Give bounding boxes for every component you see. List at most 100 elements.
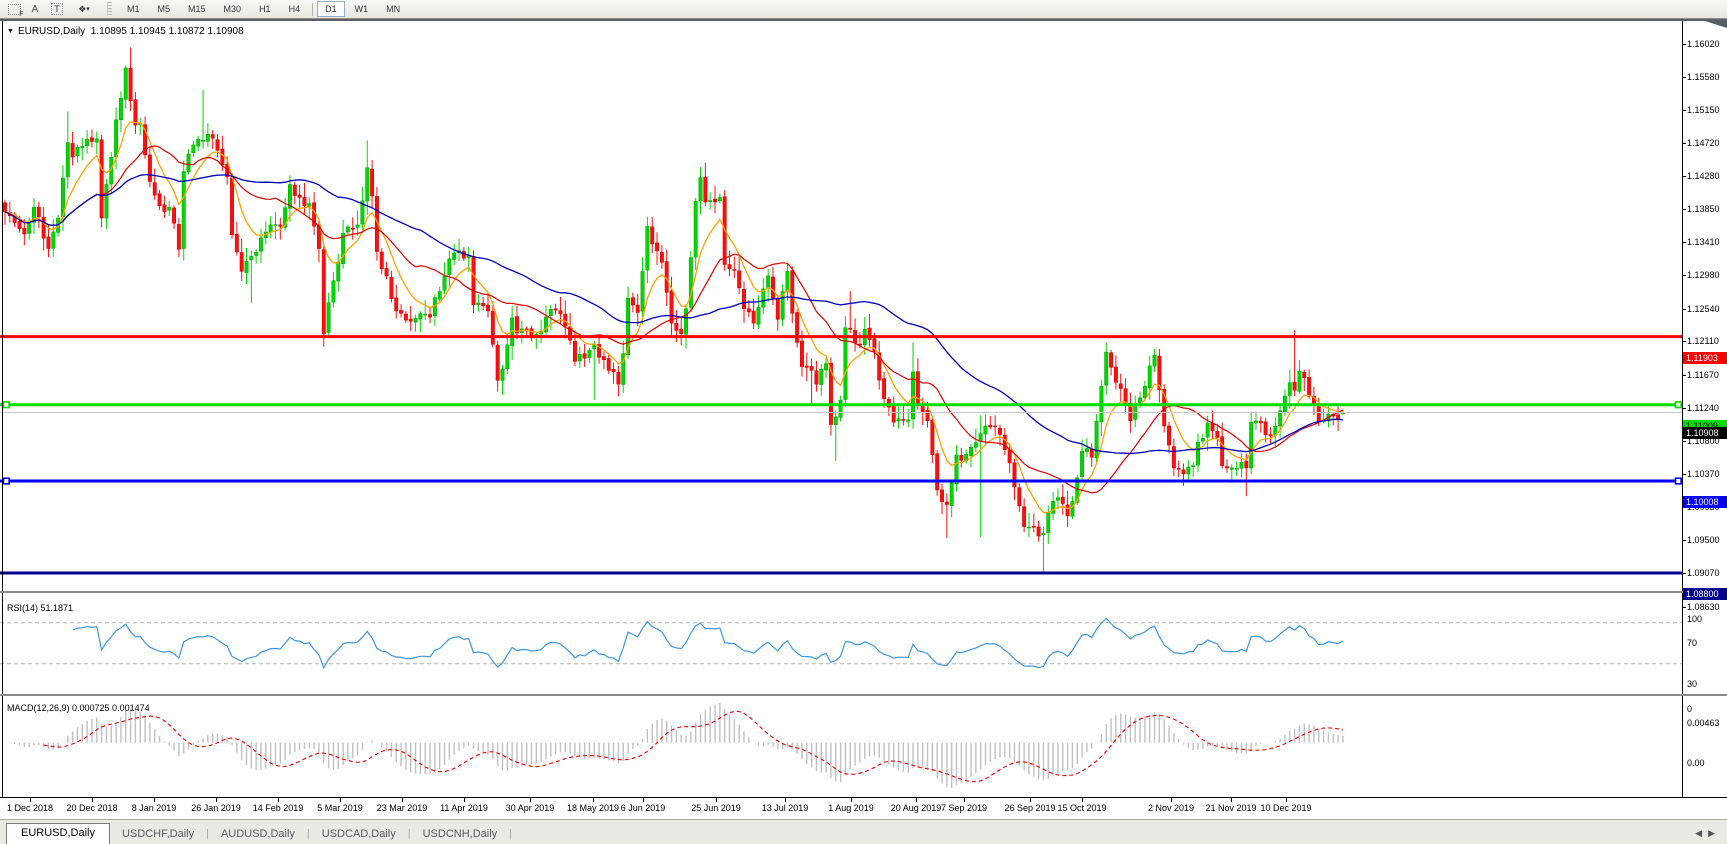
price-tick	[1682, 341, 1686, 342]
date-label: 25 Jun 2019	[691, 803, 741, 813]
timeframe-mn-button[interactable]: MN	[378, 1, 408, 17]
macd-splitter[interactable]	[0, 694, 1727, 696]
support-line-navy-price-badge: 1.08800	[1683, 588, 1727, 600]
date-label: 5 Mar 2019	[317, 803, 363, 813]
price-label: 1.09070	[1687, 568, 1720, 579]
price-label: 1.13850	[1687, 204, 1720, 215]
date-label: 2 Nov 2019	[1148, 803, 1194, 813]
price-label: 1.11670	[1687, 370, 1719, 381]
date-tick	[964, 798, 965, 802]
price-label: 1.13410	[1687, 237, 1720, 248]
tab-usdchf[interactable]: USDCHF,Daily	[110, 825, 206, 844]
price-tick	[1682, 474, 1686, 475]
timeframe-h1-button[interactable]: H1	[251, 1, 279, 17]
tab-audusd[interactable]: AUDUSD,Daily	[209, 825, 307, 844]
price-tick	[1682, 309, 1686, 310]
scroll-right-icon: ▶	[1708, 828, 1721, 838]
price-tick	[1682, 607, 1686, 608]
chevron-down-icon: ▾	[86, 5, 90, 13]
grid-snap-icon[interactable]: F	[3, 2, 23, 17]
date-tick	[1171, 798, 1172, 802]
date-label: 21 Nov 2019	[1205, 803, 1256, 813]
date-tick	[278, 798, 279, 802]
price-label: 1.12540	[1687, 304, 1720, 315]
chart-shift-marker[interactable]	[1705, 21, 1727, 28]
date-label: 26 Sep 2019	[1004, 803, 1055, 813]
tab-separator: |	[509, 828, 512, 844]
price-label: 1.10370	[1687, 469, 1720, 480]
rsi-level-label: 70	[1687, 638, 1697, 649]
date-tick	[643, 798, 644, 802]
timeframe-m15-button[interactable]: M15	[180, 1, 214, 17]
support-line-green-handle	[4, 402, 10, 408]
price-tick	[1682, 375, 1686, 376]
date-tick	[916, 798, 917, 802]
price-tick	[1682, 408, 1686, 409]
timeframe-m1-button[interactable]: M1	[119, 1, 148, 17]
date-label: 10 Dec 2019	[1260, 803, 1311, 813]
date-label: 6 Jun 2019	[621, 803, 666, 813]
support-line-blue-price-badge: 1.10008	[1683, 496, 1727, 508]
mt4-terminal: { "toolbar": { "tools": [ {"name": "grid…	[0, 0, 1727, 844]
collapse-triangle-icon[interactable]: ▼	[7, 28, 14, 35]
text-tool-icon[interactable]: A	[25, 2, 45, 17]
price-tick	[1682, 275, 1686, 276]
date-label: 30 Apr 2019	[506, 803, 555, 813]
price-tick	[1682, 143, 1686, 144]
support-line-blue-handle	[4, 478, 10, 484]
price-label: 1.14720	[1687, 138, 1720, 149]
date-tick	[1082, 798, 1083, 802]
tab-eurusd[interactable]: EURUSD,Daily	[6, 823, 110, 844]
ohlc-readout: EURUSD,Daily 1.10895 1.10945 1.10872 1.1…	[18, 26, 244, 37]
timeframe-bar: M1M5M15M30H1H4 D1W1MN	[118, 1, 409, 17]
date-tick	[402, 798, 403, 802]
resistance-line-price-badge: 1.11903	[1683, 352, 1727, 364]
macd-header: MACD(12,26,9) 0.000725 0.001474	[7, 703, 150, 713]
arrows-tool-icon[interactable]: ❖▾	[69, 2, 99, 17]
date-tick	[216, 798, 217, 802]
price-label: 1.15150	[1687, 105, 1720, 116]
timeframe-m5-button[interactable]: M5	[150, 1, 179, 17]
tab-usdcnh[interactable]: USDCNH,Daily	[411, 825, 510, 844]
date-tick	[1231, 798, 1232, 802]
toolbar-grip[interactable]	[107, 2, 112, 16]
rsi-splitter[interactable]	[0, 591, 1727, 593]
date-label: 26 Jan 2019	[191, 803, 241, 813]
chart-symbol-header: ▼ EURUSD,Daily 1.10895 1.10945 1.10872 1.…	[7, 26, 244, 37]
price-tick	[1682, 176, 1686, 177]
price-tick	[1682, 77, 1686, 78]
timeframe-w1-button[interactable]: W1	[347, 1, 377, 17]
macd-zero-label: 0.00	[1687, 758, 1705, 769]
date-label: 1 Aug 2019	[828, 803, 874, 813]
date-axis[interactable]: 1 Dec 201820 Dec 20188 Jan 201926 Jan 20…	[0, 797, 1727, 819]
rsi-level-label: 30	[1687, 679, 1697, 690]
date-tick	[154, 798, 155, 802]
timeframe-d1-button[interactable]: D1	[317, 1, 345, 17]
date-label: 20 Dec 2018	[66, 803, 117, 813]
date-tick	[851, 798, 852, 802]
price-tick	[1682, 44, 1686, 45]
tab-usdcad[interactable]: USDCAD,Daily	[310, 825, 408, 844]
price-chart-canvas[interactable]	[0, 21, 1727, 844]
price-tick	[1682, 110, 1686, 111]
date-label: 14 Feb 2019	[253, 803, 304, 813]
chart-left-border	[2, 21, 3, 797]
date-tick	[785, 798, 786, 802]
date-tick	[716, 798, 717, 802]
price-tick	[1682, 573, 1686, 574]
date-tick	[92, 798, 93, 802]
date-tick	[530, 798, 531, 802]
tab-scroll-arrows[interactable]: ◀▶	[1695, 828, 1721, 839]
date-tick	[464, 798, 465, 802]
label-tool-icon[interactable]: T	[47, 2, 67, 17]
price-tick	[1682, 209, 1686, 210]
date-label: 15 Oct 2019	[1057, 803, 1106, 813]
date-tick	[30, 798, 31, 802]
date-label: 8 Jan 2019	[132, 803, 177, 813]
date-label: 18 May 2019	[567, 803, 619, 813]
price-label: 1.11240	[1687, 403, 1719, 414]
timeframe-m30-button[interactable]: M30	[216, 1, 250, 17]
price-label: 1.15580	[1687, 72, 1720, 83]
date-tick	[593, 798, 594, 802]
timeframe-h4-button[interactable]: H4	[281, 1, 309, 17]
